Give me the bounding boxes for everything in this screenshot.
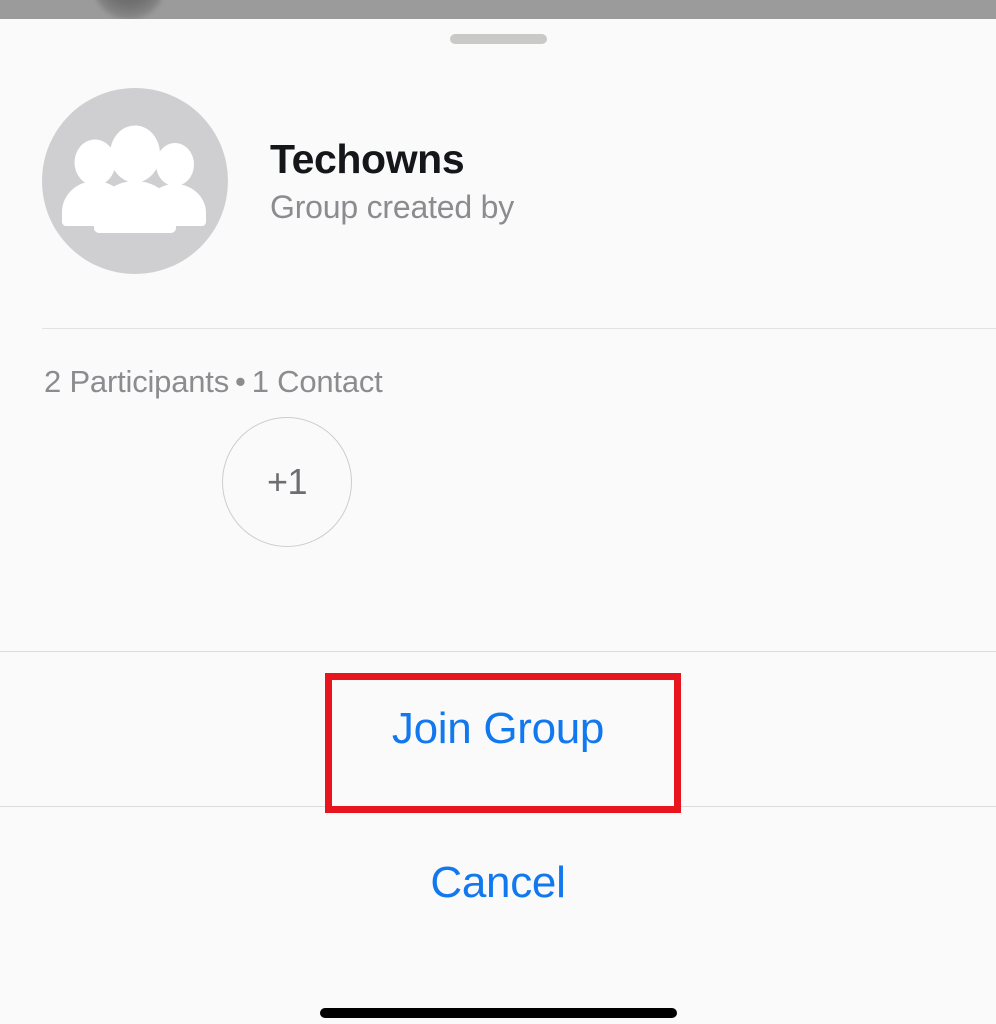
participants-overflow-chip[interactable]: +1 xyxy=(222,417,352,547)
group-invite-sheet: Techowns Group created by 2 Participants… xyxy=(0,19,996,1024)
header-divider xyxy=(42,328,996,329)
dimmed-background-overlay[interactable] xyxy=(0,0,996,19)
contacts-count: 1 Contact xyxy=(251,364,383,399)
group-header: Techowns Group created by xyxy=(42,88,602,274)
group-name: Techowns xyxy=(270,135,465,182)
group-header-text: Techowns Group created by xyxy=(270,135,515,226)
phone-screen: Techowns Group created by 2 Participants… xyxy=(0,0,996,1024)
background-chat-avatar xyxy=(93,0,165,19)
sheet-grabber-handle[interactable] xyxy=(450,34,547,44)
group-avatar xyxy=(42,88,228,274)
group-created-by-label: Group created by xyxy=(270,188,515,225)
participants-separator: • xyxy=(235,364,246,399)
cancel-button[interactable]: Cancel xyxy=(0,807,996,959)
home-indicator[interactable] xyxy=(320,1008,677,1018)
participants-summary: 2 Participants • 1 Contact xyxy=(44,364,383,400)
participants-count: 2 Participants xyxy=(44,364,230,399)
participant-avatar-list: +1 xyxy=(222,417,352,547)
join-group-button[interactable]: Join Group xyxy=(0,652,996,806)
